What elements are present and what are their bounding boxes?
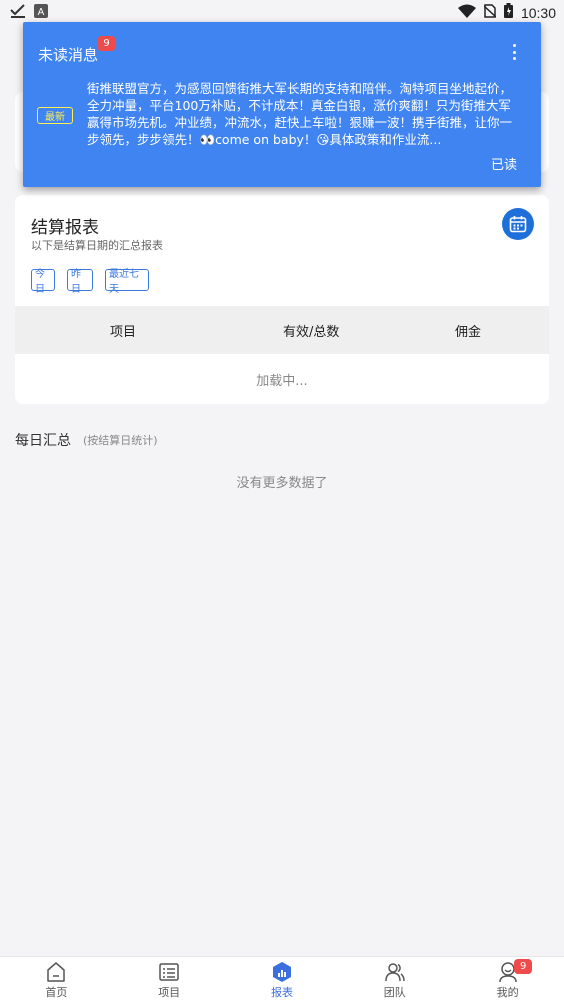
nav-item-projects[interactable]: 项目: [113, 957, 226, 1002]
check-icon: [10, 3, 26, 22]
calendar-icon: [509, 216, 527, 233]
column-valid-total: 有效/总数: [283, 325, 340, 340]
team-icon: [385, 963, 405, 982]
settlement-title: 结算报表: [31, 218, 99, 238]
status-right: 10:30: [457, 3, 556, 22]
bottom-nav: 首页 项目 报表 团队 我的 9: [0, 956, 564, 1002]
home-icon: [47, 962, 66, 982]
daily-summary-title: 每日汇总: [15, 433, 71, 449]
status-left: A: [10, 3, 48, 22]
status-time: 10:30: [520, 4, 556, 21]
nav-item-home[interactable]: 首页: [0, 957, 113, 1002]
column-project: 项目: [110, 325, 137, 340]
loading-text: 加载中...: [256, 374, 308, 389]
calendar-button[interactable]: [502, 208, 534, 240]
new-tag: 最新: [37, 107, 73, 124]
table-header: 项目 有效/总数 佣金: [15, 306, 549, 354]
unread-messages-popup[interactable]: 未读消息 9 最新 街推联盟官方，为感恩回馈街推大军长期的支持和陪伴。淘特项目坐…: [23, 22, 541, 187]
nav-item-team[interactable]: 团队: [338, 957, 451, 1002]
battery-icon: [503, 3, 513, 22]
chip-yesterday[interactable]: 昨日: [67, 269, 93, 295]
status-bar: A 10:30: [0, 0, 564, 24]
date-filter-chips: 今日 昨日 最近七天: [31, 269, 149, 295]
nav-label-team: 团队: [383, 986, 406, 999]
popup-message[interactable]: 街推联盟官方，为感恩回馈街推大军长期的支持和陪伴。淘特项目坐地起价，全力冲量，平…: [87, 80, 521, 148]
more-menu-icon[interactable]: [513, 44, 517, 60]
report-icon: [272, 962, 291, 982]
list-icon: [159, 963, 179, 981]
mark-read-button[interactable]: 已读: [491, 154, 517, 173]
svg-text:A: A: [38, 7, 45, 18]
nav-item-profile[interactable]: 我的 9: [451, 957, 564, 1002]
no-sim-icon: [483, 3, 497, 22]
daily-summary-subtitle: (按结算日统计): [83, 434, 158, 447]
chip-today[interactable]: 今日: [31, 269, 55, 295]
profile-badge: 9: [514, 959, 533, 974]
nav-label-reports: 报表: [270, 986, 293, 999]
popup-title: 未读消息: [38, 46, 99, 64]
nav-item-reports[interactable]: 报表: [226, 957, 339, 1002]
nav-label-home: 首页: [45, 986, 68, 999]
chip-last-seven-days[interactable]: 最近七天: [105, 269, 149, 295]
column-commission: 佣金: [455, 325, 482, 340]
settlement-card: 结算报表 以下是结算日期的汇总报表 今日 昨日 最近七天 项目 有效/总数 佣金…: [15, 195, 549, 404]
app-a-icon: A: [34, 3, 48, 22]
no-more-data-text: 没有更多数据了: [236, 476, 328, 491]
wifi-icon: [457, 4, 476, 22]
settlement-subtitle: 以下是结算日期的汇总报表: [31, 239, 163, 252]
nav-label-profile: 我的: [496, 986, 519, 999]
unread-count-badge: 9: [98, 36, 115, 51]
nav-label-projects: 项目: [158, 986, 181, 999]
